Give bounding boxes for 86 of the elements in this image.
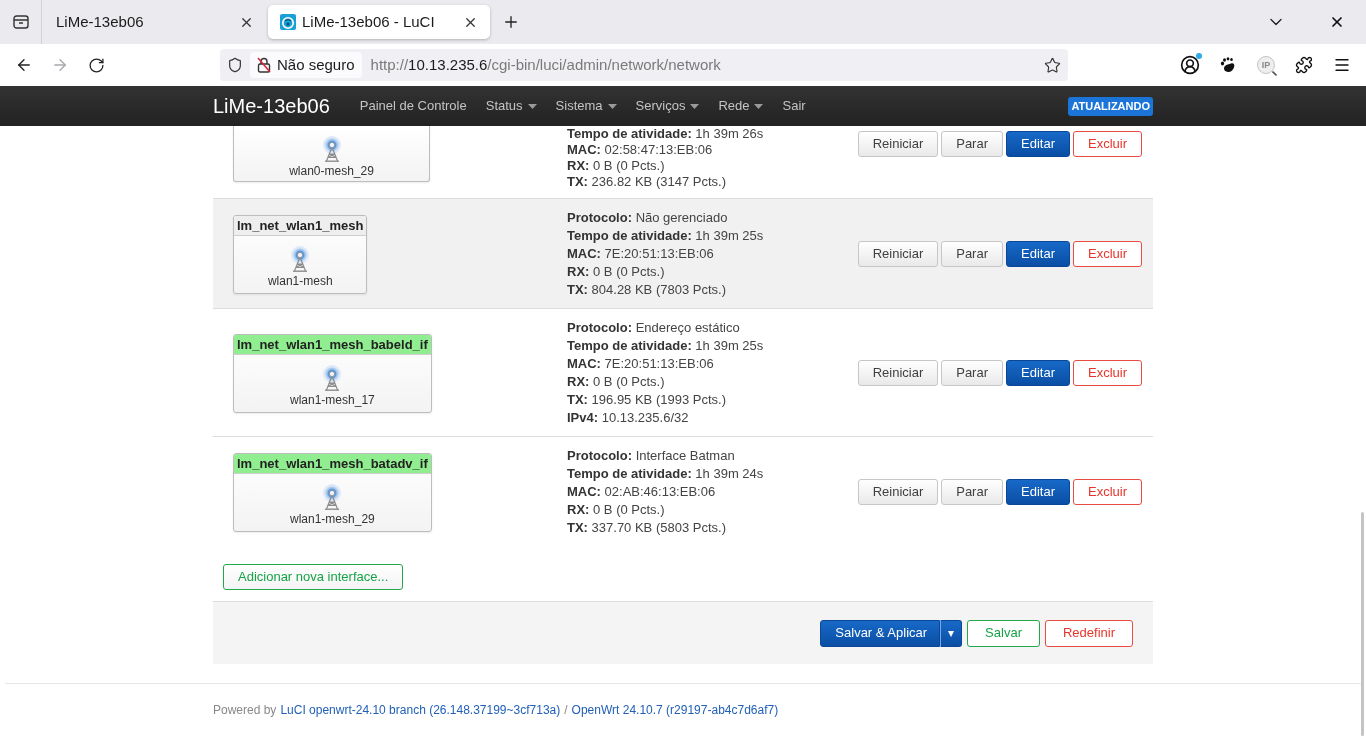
edit-button[interactable]: Editar xyxy=(1006,479,1070,505)
bookmark-star-icon[interactable] xyxy=(1044,56,1061,74)
status-detail: MAC: 7E:20:51:13:EB:06 xyxy=(567,245,715,263)
caret-icon xyxy=(690,103,700,109)
status-detail: Tempo de atividade: 1h 39m 24s xyxy=(567,465,765,483)
address-bar[interactable]: Não seguro http://10.13.235.6/cgi-bin/luci/admin/network/network xyxy=(220,49,1068,81)
browser-tab[interactable]: LiMe-13eb06 - LuCI xyxy=(268,5,490,39)
status-detail: MAC: 7E:20:51:13:EB:06 xyxy=(567,355,715,373)
interface-card[interactable]: wlan0-mesh_29 xyxy=(233,126,430,182)
magnifier-handle-icon xyxy=(1272,71,1277,76)
menu-icon xyxy=(1333,56,1351,74)
reset-button[interactable]: Redefinir xyxy=(1044,619,1133,647)
new-tab-icon[interactable] xyxy=(502,13,520,31)
close-icon[interactable] xyxy=(1329,14,1345,30)
status-detail: RX: 0 B (0 Pcts.) xyxy=(567,158,666,174)
stop-button[interactable]: Parar xyxy=(941,241,1003,267)
nav-menu-item[interactable]: Status xyxy=(485,96,537,116)
interface-name: lm_net_wlan1_mesh xyxy=(234,215,367,236)
status-detail: TX: 804.28 KB (7803 Pcts.) xyxy=(567,281,727,299)
status-detail: TX: 196.95 KB (1993 Pcts.) xyxy=(567,391,727,409)
caret-icon xyxy=(527,103,537,109)
status-detail: Protocolo: Interface Batman xyxy=(567,447,736,465)
luci-version-link[interactable]: LuCI openwrt-24.10 branch (26.148.37199~3cf713a) xyxy=(280,703,561,717)
caret-icon xyxy=(754,103,764,109)
status-detail: MAC: 02:AB:46:13:EB:06 xyxy=(567,483,717,501)
nav-menu-item[interactable]: Sistema xyxy=(555,96,617,116)
status-detail: RX: 0 B (0 Pcts.) xyxy=(567,373,666,391)
status-detail: Tempo de atividade: 1h 39m 25s xyxy=(567,337,765,355)
tray-icon xyxy=(12,15,29,29)
interface-card[interactable]: lm_net_wlan1_mesh wlan1-mesh xyxy=(233,214,368,294)
status-detail: Protocolo: Endereço estático xyxy=(567,319,741,337)
nav-menu-item[interactable]: Painel de Controle xyxy=(359,96,467,116)
edit-button[interactable]: Editar xyxy=(1006,131,1070,157)
status-badge: ATUALIZANDO xyxy=(1068,96,1153,116)
nav-menu-item[interactable]: Serviços xyxy=(635,96,700,116)
status-detail: MAC: 02:58:47:13:EB:06 xyxy=(567,142,714,158)
status-detail: TX: 337.70 KB (5803 Pcts.) xyxy=(567,519,727,537)
dropdown-toggle[interactable]: ▾ xyxy=(940,619,963,647)
powered-by-text: Powered by xyxy=(213,703,277,717)
interface-card[interactable]: lm_net_wlan1_mesh_batadv_if wlan1-mesh_29 xyxy=(233,452,432,532)
delete-button[interactable]: Excluir xyxy=(1073,131,1142,157)
status-detail: Tempo de atividade: 1h 39m 26s xyxy=(567,126,765,142)
edit-button[interactable]: Editar xyxy=(1006,360,1070,386)
forward-arrow-icon xyxy=(51,56,69,74)
stop-button[interactable]: Parar xyxy=(941,131,1003,157)
wifi-favicon-icon xyxy=(280,14,296,30)
restart-button[interactable]: Reiniciar xyxy=(857,241,939,267)
restart-button[interactable]: Reiniciar xyxy=(857,479,939,505)
status-detail: Protocolo: Não gerenciado xyxy=(567,209,729,227)
openwrt-version-link[interactable]: OpenWrt 24.10.7 (r29197-ab4c7d6af7) xyxy=(571,703,779,717)
status-detail: TX: 236.82 KB (3147 Pcts.) xyxy=(567,174,727,190)
delete-button[interactable]: Excluir xyxy=(1073,479,1142,505)
footprint-icon xyxy=(1220,57,1236,73)
status-detail: Tempo de atividade: 1h 39m 25s xyxy=(567,227,765,245)
scrollbar-thumb[interactable] xyxy=(1361,512,1364,736)
nav-menu-item[interactable]: Sair xyxy=(782,96,806,116)
delete-button[interactable]: Excluir xyxy=(1073,241,1142,267)
caret-icon xyxy=(607,103,617,109)
device-name: wlan1-mesh xyxy=(267,273,333,288)
insecure-lock-icon xyxy=(257,57,271,73)
url-text[interactable]: http://10.13.235.6/cgi-bin/luci/admin/network/network xyxy=(370,53,721,77)
device-name: wlan0-mesh_29 xyxy=(289,164,374,178)
reload-icon xyxy=(87,56,105,74)
restart-button[interactable]: Reiniciar xyxy=(857,360,939,386)
account-icon[interactable] xyxy=(1180,55,1200,75)
status-detail: RX: 0 B (0 Pcts.) xyxy=(567,263,666,281)
restart-button[interactable]: Reiniciar xyxy=(857,131,939,157)
status-detail: IPv4: 10.13.235.6/32 xyxy=(567,409,690,427)
brand-link[interactable]: LiMe-13eb06 xyxy=(213,91,330,121)
interface-card[interactable]: lm_net_wlan1_mesh_babeld_if wlan1-mesh_17 xyxy=(233,333,432,413)
stop-button[interactable]: Parar xyxy=(941,360,1003,386)
shield-icon[interactable] xyxy=(227,57,243,73)
interface-name: lm_net_wlan1_mesh_babeld_if xyxy=(234,334,431,355)
interface-name: lm_net_wlan1_mesh_batadv_if xyxy=(234,453,431,474)
status-detail: RX: 0 B (0 Pcts.) xyxy=(567,501,666,519)
device-name: wlan1-mesh_17 xyxy=(290,392,375,407)
nav-menu-item[interactable]: Rede xyxy=(718,96,764,116)
separator-text: / xyxy=(564,703,568,717)
browser-tab[interactable]: LiMe-13eb06 xyxy=(44,5,266,39)
save-apply-button[interactable]: Salvar & Aplicar xyxy=(820,619,941,647)
stop-button[interactable]: Parar xyxy=(941,479,1003,505)
edit-button[interactable]: Editar xyxy=(1006,241,1070,267)
security-indicator[interactable]: Não seguro xyxy=(250,52,362,78)
puzzle-icon xyxy=(1295,56,1313,74)
device-name: wlan1-mesh_29 xyxy=(290,511,375,526)
delete-button[interactable]: Excluir xyxy=(1073,360,1142,386)
